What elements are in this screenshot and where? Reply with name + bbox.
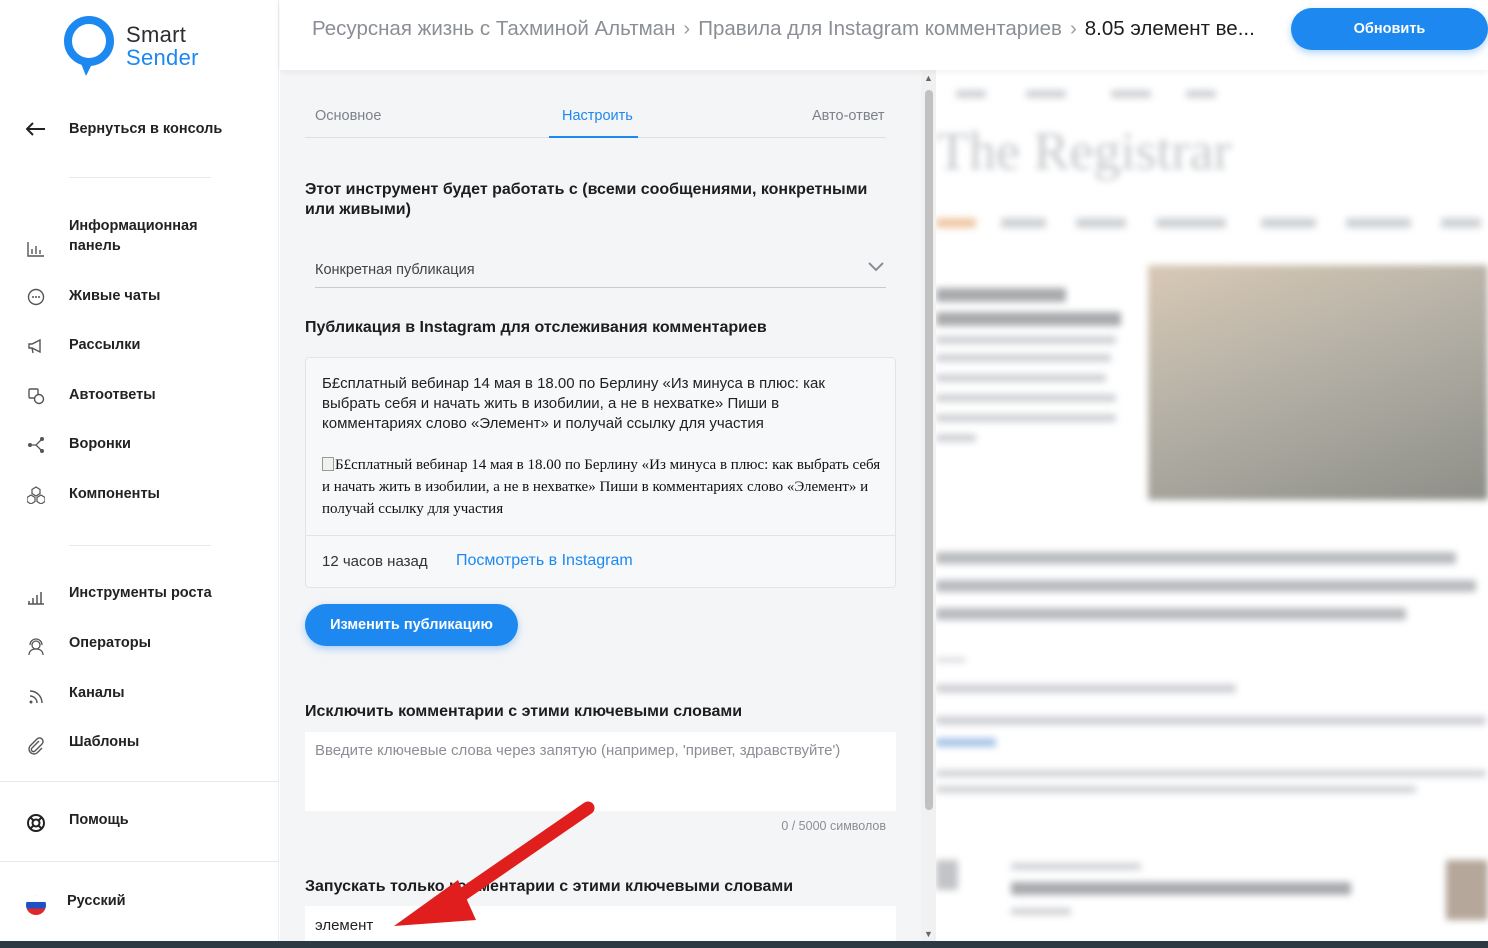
tab-basic[interactable]: Основное [315, 108, 381, 124]
language-label: Русский [67, 893, 126, 909]
sidebar-item-operators[interactable]: Операторы [0, 633, 279, 656]
chevron-down-icon [868, 260, 884, 276]
sidebar-item-dashboard[interactable]: Информационная панель [0, 216, 279, 257]
megaphone-icon [25, 335, 47, 357]
post-image: Б£сплатный вебинар 14 мая в 18.00 по Бер… [322, 454, 882, 520]
sidebar-item-broadcasts[interactable]: Рассылки [0, 335, 279, 355]
scope-heading: Этот инструмент будет работать с (всеми … [305, 181, 868, 218]
language-selector[interactable]: Русский [0, 891, 279, 915]
active-tab-indicator [549, 136, 638, 138]
scope-select[interactable]: Конкретная публикация [315, 262, 886, 288]
sidebar-item-funnels[interactable]: Воронки [0, 434, 279, 454]
sidebar-item-label: Автоответы [69, 387, 156, 403]
sidebar-item-growth-tools[interactable]: Инструменты роста [0, 583, 279, 605]
divider [69, 177, 211, 178]
auto-reply-icon [25, 385, 47, 407]
paperclip-icon [25, 735, 47, 757]
breadcrumb-current: 8.05 элемент ве... [1084, 17, 1255, 40]
brand-line1: Smart [126, 22, 187, 47]
sidebar-item-label: Шаблоны [69, 734, 140, 750]
operator-icon [25, 636, 47, 658]
include-heading: Запускать только комментарии с этими клю… [305, 878, 794, 895]
growth-icon [25, 586, 47, 608]
sidebar-item-label: Инструменты роста [69, 585, 212, 601]
sidebar-item-label: Операторы [69, 635, 152, 651]
scroll-up-icon[interactable]: ▲ [924, 73, 933, 83]
divider [306, 535, 895, 536]
sidebar-item-label: Помощь [69, 812, 129, 828]
top-header: Ресурсная жизнь с Тахминой Альтман › Пра… [280, 0, 1488, 70]
sidebar-item-label: Воронки [69, 436, 131, 452]
publication-heading: Публикация в Instagram для отслеживания … [305, 319, 767, 336]
back-to-console[interactable]: Вернуться в консоль [0, 118, 279, 140]
sidebar-item-label: Компоненты [69, 486, 160, 502]
brand-logo[interactable]: Smart Sender [64, 16, 199, 76]
arrow-left-icon [25, 118, 47, 140]
breadcrumb-item[interactable]: Ресурсная жизнь с Тахминой Альтман [312, 17, 675, 41]
chevron-right-icon: › [683, 17, 691, 40]
components-icon [25, 484, 47, 506]
instagram-post-card: Б£сплатный вебинар 14 мая в 18.00 по Бер… [305, 357, 896, 588]
sidebar-item-label: Рассылки [69, 337, 141, 353]
breadcrumb-item[interactable]: Правила для Instagram комментариев [698, 17, 1062, 41]
blurred-background-preview: The Registrar [936, 70, 1488, 941]
bar-chart-icon [25, 238, 47, 260]
sidebar: Smart Sender Вернуться в консоль Информа… [0, 0, 279, 941]
rss-icon [25, 686, 47, 708]
settings-panel: Основное Настроить Авто-ответ Этот инстр… [280, 70, 921, 941]
sidebar-item-templates[interactable]: Шаблоны [0, 732, 279, 755]
chat-bubble-icon [25, 286, 47, 308]
exclude-keywords-input[interactable]: Введите ключевые слова через запятую (на… [305, 732, 896, 811]
scrollbar[interactable]: ▲ ▼ [921, 70, 936, 941]
scope-select-value: Конкретная публикация [315, 262, 475, 278]
blurred-content: The Registrar [936, 70, 1488, 941]
breadcrumb: Ресурсная жизнь с Тахминой Альтман › Пра… [312, 17, 1255, 41]
exclude-heading: Исключить комментарии с этими ключевыми … [305, 703, 743, 720]
sidebar-item-label: Живые чаты [69, 288, 161, 304]
sidebar-item-autoreplies[interactable]: Автоответы [0, 385, 279, 405]
sidebar-item-live-chats[interactable]: Живые чаты [0, 286, 279, 306]
post-image-alt: Б£сплатный вебинар 14 мая в 18.00 по Бер… [322, 457, 881, 517]
tab-auto-reply[interactable]: Авто-ответ [812, 108, 885, 124]
update-button[interactable]: Обновить [1291, 8, 1488, 50]
sidebar-item-channels[interactable]: Каналы [0, 683, 279, 704]
back-label: Вернуться в консоль [69, 121, 223, 137]
tab-bar: Основное Настроить Авто-ответ [305, 104, 886, 138]
funnel-icon [25, 434, 47, 456]
sidebar-item-label: Информационная панель [69, 218, 198, 254]
tab-configure[interactable]: Настроить [562, 108, 633, 124]
sidebar-item-components[interactable]: Компоненты [0, 484, 279, 504]
lifebuoy-icon [25, 812, 47, 834]
broken-image-icon [322, 457, 334, 471]
logo-icon [64, 16, 116, 76]
brand-line2: Sender [126, 45, 199, 70]
scroll-down-icon[interactable]: ▼ [924, 929, 933, 939]
view-in-instagram-link[interactable]: Посмотреть в Instagram [456, 552, 633, 570]
include-keywords-input[interactable]: элемент [305, 906, 896, 941]
post-caption: Б£сплатный вебинар 14 мая в 18.00 по Бер… [322, 375, 825, 432]
scrollbar-thumb[interactable] [925, 90, 933, 810]
divider [0, 861, 279, 862]
russia-flag-icon [25, 894, 47, 916]
taskbar [0, 941, 1488, 948]
change-publication-button[interactable]: Изменить публикацию [305, 604, 518, 646]
char-counter: 0 / 5000 символов [781, 819, 886, 833]
divider [69, 545, 211, 546]
sidebar-item-help[interactable]: Помощь [0, 810, 279, 832]
divider [0, 781, 279, 782]
chevron-right-icon: › [1069, 17, 1077, 40]
sidebar-item-label: Каналы [69, 685, 125, 701]
post-time: 12 часов назад [322, 553, 428, 570]
